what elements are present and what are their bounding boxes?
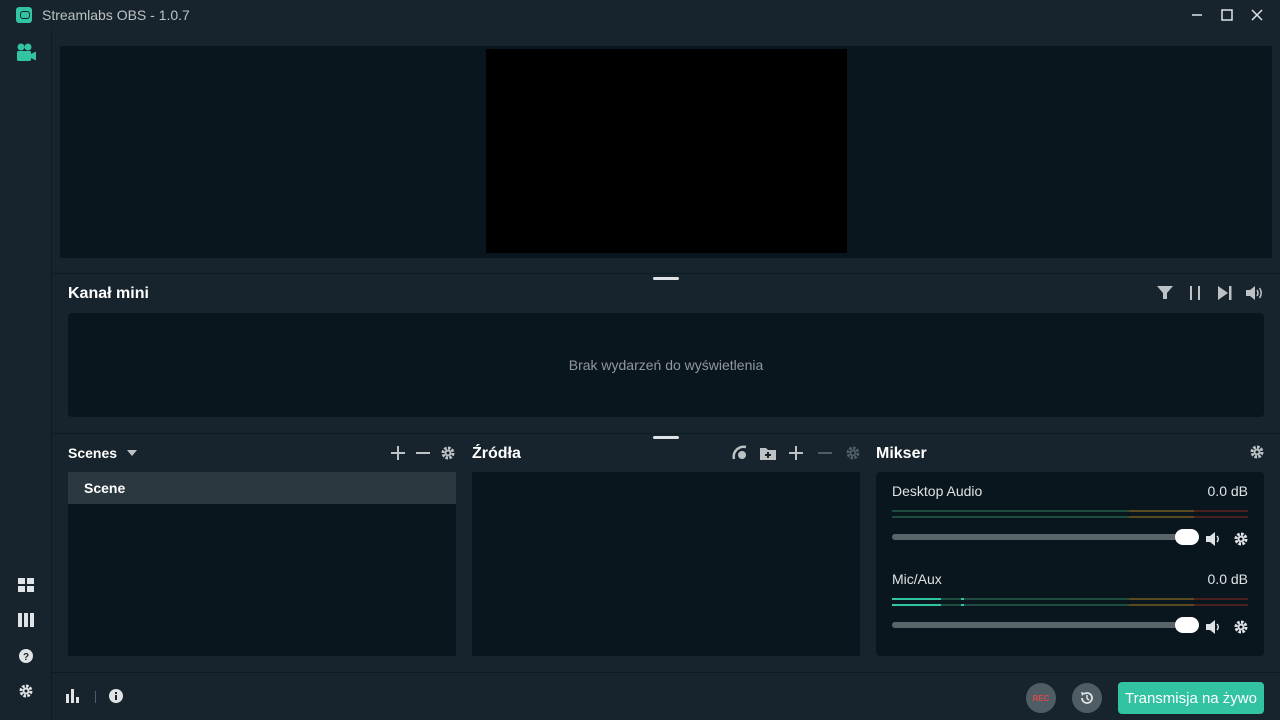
preview-canvas[interactable] <box>486 49 847 253</box>
add-folder-icon[interactable] <box>758 443 778 463</box>
studio-camera-icon[interactable] <box>16 42 36 62</box>
scenes-list: Scene <box>68 472 456 656</box>
audio-channel-db: 0.0 dB <box>1207 571 1248 587</box>
columns-icon[interactable] <box>16 610 36 630</box>
mixer-panel: Desktop Audio 0.0 dB Mic/Aux 0.0 dB <box>876 472 1264 656</box>
filter-icon[interactable] <box>1155 283 1175 303</box>
help-icon[interactable]: ? <box>16 646 36 666</box>
studio-preview <box>60 46 1272 258</box>
minimize-icon <box>1192 14 1202 16</box>
svg-text:?: ? <box>23 652 29 663</box>
scenes-dropdown-icon[interactable] <box>122 443 142 463</box>
remove-scene-button[interactable] <box>413 443 433 463</box>
scenes-title: Scenes <box>68 445 118 461</box>
audio-settings-icon[interactable] <box>1231 529 1251 549</box>
audio-channel-name: Mic/Aux <box>892 571 942 587</box>
scene-item[interactable]: Scene <box>68 472 456 504</box>
add-source-button[interactable] <box>786 443 806 463</box>
mute-icon[interactable] <box>1204 529 1224 549</box>
studio-mode-icon[interactable] <box>730 443 750 463</box>
audio-settings-icon[interactable] <box>1231 617 1251 637</box>
performance-icon[interactable] <box>64 686 84 706</box>
volume-slider-desktop[interactable] <box>892 534 1192 540</box>
close-button[interactable] <box>1242 0 1272 30</box>
replay-buffer-button[interactable] <box>1072 683 1102 713</box>
mini-feed-list: Brak wydarzeń do wyświetlenia <box>68 313 1264 417</box>
mixer-title: Mikser <box>876 445 927 462</box>
record-button[interactable]: REC <box>1026 683 1056 713</box>
audio-channel-name: Desktop Audio <box>892 483 983 499</box>
scene-settings-icon[interactable] <box>438 443 458 463</box>
resize-handle-top[interactable] <box>653 277 679 280</box>
maximize-icon <box>1221 9 1233 21</box>
source-settings-icon[interactable] <box>843 443 863 463</box>
volmeter-desktop <box>892 510 1248 522</box>
audio-channel-db: 0.0 dB <box>1207 483 1248 499</box>
settings-icon[interactable] <box>16 681 36 701</box>
volume-knob-mic[interactable] <box>1175 617 1199 633</box>
window-title: Streamlabs OBS - 1.0.7 <box>42 7 190 23</box>
sidebar: ? <box>0 30 52 720</box>
maximize-button[interactable] <box>1212 0 1242 30</box>
info-icon[interactable] <box>106 686 126 706</box>
volume-icon[interactable] <box>1245 283 1265 303</box>
streamlabs-logo-icon <box>16 7 32 23</box>
volume-slider-mic[interactable] <box>892 622 1192 628</box>
remove-source-button[interactable] <box>815 443 835 463</box>
mini-feed-empty-text: Brak wydarzeń do wyświetlenia <box>568 357 764 373</box>
add-scene-button[interactable] <box>388 443 408 463</box>
sources-list <box>472 472 860 656</box>
layout-icon[interactable] <box>16 575 36 595</box>
go-live-button[interactable]: Transmisja na żywo <box>1118 682 1264 714</box>
record-label: REC <box>1032 693 1050 703</box>
resize-handle-bottom[interactable] <box>653 436 679 439</box>
sources-title: Źródła <box>472 445 521 462</box>
editor-main: Kanał mini Brak wydarzeń do wyświetlenia… <box>52 30 1280 720</box>
footer: REC Transmisja na żywo <box>52 672 1280 720</box>
mini-feed-title: Kanał mini <box>68 285 149 302</box>
close-icon <box>1251 9 1263 21</box>
pause-icon[interactable] <box>1185 283 1205 303</box>
mute-icon[interactable] <box>1204 617 1224 637</box>
replay-icon <box>1081 692 1093 704</box>
volume-knob-desktop[interactable] <box>1175 529 1199 545</box>
minimize-button[interactable] <box>1182 0 1212 30</box>
skip-icon[interactable] <box>1215 283 1235 303</box>
title-bar: Streamlabs OBS - 1.0.7 <box>0 0 1280 30</box>
volmeter-mic <box>892 598 1248 610</box>
mixer-settings-icon[interactable] <box>1247 442 1267 462</box>
